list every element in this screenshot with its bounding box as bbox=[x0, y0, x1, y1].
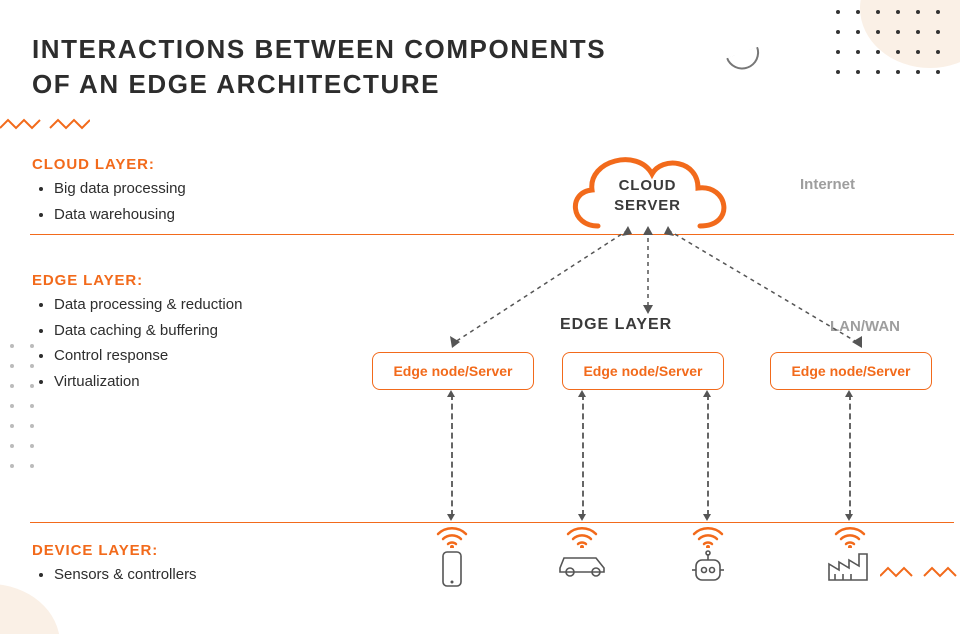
cloud-edge-connectors bbox=[370, 226, 910, 350]
edge-layer-bullets: Data processing & reduction Data caching… bbox=[36, 292, 242, 394]
edge-device-connector bbox=[707, 394, 709, 516]
divider-edge-device bbox=[30, 522, 954, 523]
device-layer-bullets: Sensors & controllers bbox=[36, 562, 197, 588]
edge-node-3: Edge node/Server bbox=[770, 352, 932, 390]
decor-zigzag-left bbox=[0, 114, 90, 134]
cloud-layer-heading: CLOUD LAYER: bbox=[32, 156, 155, 173]
internet-label: Internet bbox=[800, 176, 855, 193]
device-phone bbox=[420, 522, 484, 588]
device-layer-heading: DEVICE LAYER: bbox=[32, 542, 158, 559]
edge-bullet: Data caching & buffering bbox=[54, 318, 242, 344]
edge-device-connector bbox=[451, 394, 453, 516]
arrow-up bbox=[578, 390, 586, 397]
wifi-icon bbox=[564, 522, 600, 548]
wifi-icon bbox=[832, 522, 868, 548]
edge-node-2: Edge node/Server bbox=[562, 352, 724, 390]
edge-node-1: Edge node/Server bbox=[372, 352, 534, 390]
arrow-up bbox=[845, 390, 853, 397]
wifi-icon bbox=[434, 522, 470, 548]
edge-device-connector bbox=[849, 394, 851, 516]
arrow-up bbox=[703, 390, 711, 397]
wifi-icon bbox=[690, 522, 726, 548]
device-car bbox=[550, 522, 614, 578]
arrow-down bbox=[447, 514, 455, 521]
factory-icon bbox=[825, 550, 875, 584]
edge-layer-heading: EDGE LAYER: bbox=[32, 272, 143, 289]
device-factory bbox=[818, 522, 882, 584]
decor-zigzag-right bbox=[880, 562, 960, 582]
cloud-bullet: Data warehousing bbox=[54, 202, 186, 228]
decor-blob-bottom bbox=[0, 584, 60, 634]
title-line-1: INTERACTIONS BETWEEN COMPONENTS bbox=[32, 34, 606, 64]
edge-bullet: Virtualization bbox=[54, 369, 242, 395]
cloud-server-node: CLOUD SERVER bbox=[560, 142, 735, 237]
arrow-down bbox=[578, 514, 586, 521]
phone-icon bbox=[440, 550, 464, 588]
arrow-down bbox=[845, 514, 853, 521]
arrow-up bbox=[447, 390, 455, 397]
cloud-layer-bullets: Big data processing Data warehousing bbox=[36, 176, 186, 227]
cloud-server-label: CLOUD SERVER bbox=[560, 176, 735, 217]
device-robot bbox=[676, 522, 740, 584]
edge-bullet: Control response bbox=[54, 343, 242, 369]
diagram-canvas: INTERACTIONS BETWEEN COMPONENTS OF AN ED… bbox=[0, 0, 960, 634]
decor-dots-top bbox=[832, 6, 942, 78]
edge-device-connector bbox=[582, 394, 584, 516]
robot-icon bbox=[686, 550, 730, 584]
arrow-down bbox=[703, 514, 711, 521]
title-line-2: OF AN EDGE ARCHITECTURE bbox=[32, 69, 440, 99]
car-icon bbox=[554, 550, 610, 578]
decor-half-circle bbox=[726, 47, 764, 75]
edge-bullet: Data processing & reduction bbox=[54, 292, 242, 318]
diagram-title: INTERACTIONS BETWEEN COMPONENTS OF AN ED… bbox=[32, 32, 606, 102]
cloud-bullet: Big data processing bbox=[54, 176, 186, 202]
device-bullet: Sensors & controllers bbox=[54, 562, 197, 588]
